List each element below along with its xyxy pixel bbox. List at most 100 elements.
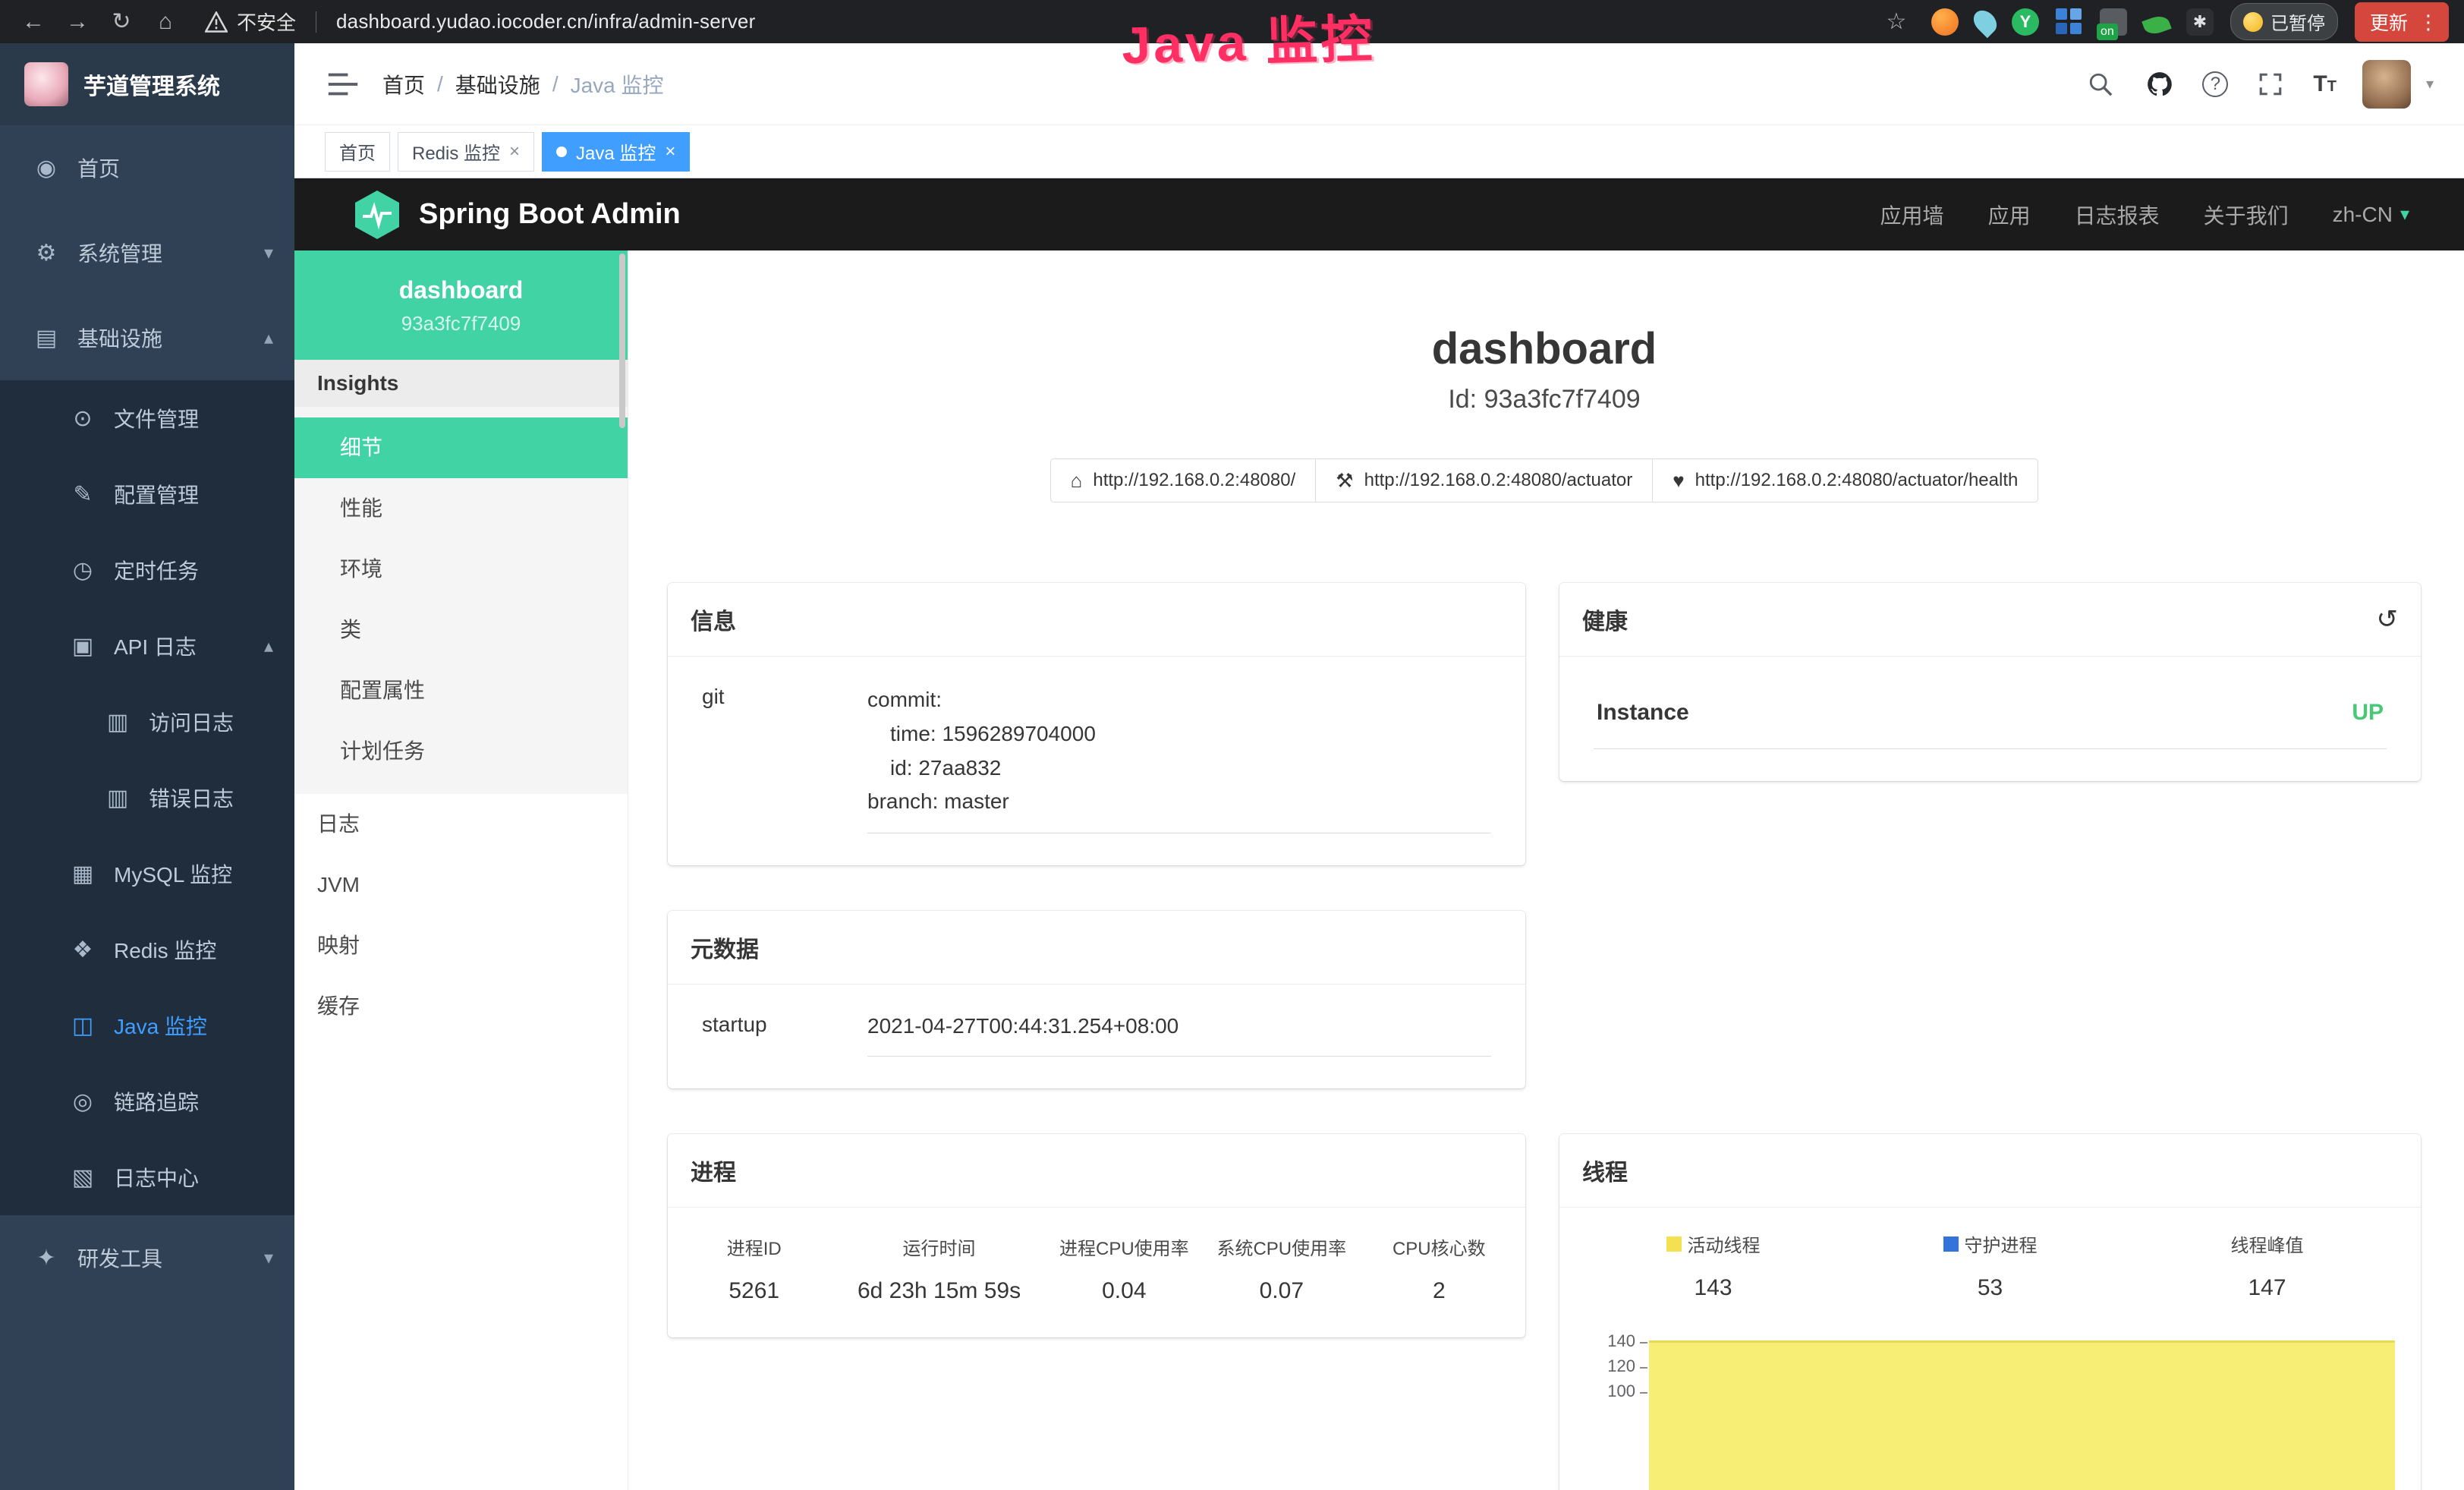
sba-item-jvm[interactable]: JVM — [294, 855, 628, 915]
reload-icon[interactable]: ↻ — [103, 4, 140, 40]
metadata-card-title: 元数据 — [691, 931, 759, 964]
git-commit-line: commit: — [867, 683, 1491, 717]
sba-nav-journal[interactable]: 日志报表 — [2075, 200, 2160, 230]
sba-instance-block[interactable]: dashboard 93a3fc7f7409 — [294, 250, 628, 360]
sidebar-item-log-center[interactable]: ▧ 日志中心 — [0, 1139, 294, 1215]
mail-extension-icon[interactable]: on — [2100, 8, 2127, 36]
update-label: 更新 — [2370, 8, 2408, 36]
close-icon[interactable]: × — [665, 141, 675, 162]
sidebar-item-system[interactable]: ⚙ 系统管理 ▾ — [0, 210, 294, 295]
grid-extension-icon[interactable] — [2056, 8, 2083, 36]
avatar-caret-icon[interactable]: ▾ — [2426, 74, 2434, 93]
tab-java[interactable]: Java 监控 × — [542, 132, 690, 172]
sba-item-classes[interactable]: 类 — [294, 600, 628, 660]
close-icon[interactable]: × — [509, 141, 520, 162]
sidebar-item-label: 系统管理 — [77, 238, 162, 268]
file-icon: ⊙ — [68, 405, 97, 432]
hamburger-icon[interactable] — [326, 68, 360, 101]
sidebar-item-label: 配置管理 — [114, 479, 199, 509]
tab-label: Redis 监控 — [412, 138, 500, 165]
instance-root-link[interactable]: ⌂ http://192.168.0.2:48080/ — [1050, 458, 1317, 502]
tab-label: Java 监控 — [576, 138, 656, 165]
sba-brand[interactable]: Spring Boot Admin — [355, 191, 681, 239]
sba-item-config-props[interactable]: 配置属性 — [294, 660, 628, 721]
sidebar-item-label: 访问日志 — [149, 707, 234, 737]
admin-sidebar: 芋道管理系统 ◉ 首页 ⚙ 系统管理 ▾ ▤ 基础设施 ▴ ⊙ 文件管理 ✎ 配… — [0, 43, 294, 1490]
sidebar-item-label: 错误日志 — [149, 783, 234, 813]
metadata-key: startup — [702, 1011, 867, 1057]
breadcrumb-home[interactable]: 首页 — [382, 69, 425, 99]
log-icon: ▣ — [68, 633, 97, 660]
sidebar-item-access-log[interactable]: ▥ 访问日志 — [0, 684, 294, 760]
sidebar-item-redis[interactable]: ❖ Redis 监控 — [0, 912, 294, 988]
page-header: 首页 / 基础设施 / Java 监控 ? TT ▾ — [294, 43, 2464, 125]
bookmark-star-icon[interactable]: ☆ — [1878, 4, 1915, 40]
gear-icon: ⚙ — [32, 240, 61, 266]
yuque-extension-icon[interactable]: Y — [2012, 8, 2039, 36]
url-bar[interactable]: dashboard.yudao.iocoder.cn/infra/admin-s… — [336, 10, 755, 33]
sidebar-item-job[interactable]: ◷ 定时任务 — [0, 532, 294, 608]
sba-item-caches[interactable]: 缓存 — [294, 976, 628, 1037]
help-icon[interactable]: ? — [2202, 71, 2228, 97]
fox-extension-icon[interactable] — [1931, 8, 1959, 36]
breadcrumb-infra[interactable]: 基础设施 — [455, 69, 540, 99]
sidebar-item-home[interactable]: ◉ 首页 — [0, 125, 294, 210]
sba-item-details[interactable]: 细节 — [294, 417, 628, 478]
github-icon[interactable] — [2143, 68, 2176, 101]
font-size-icon[interactable]: TT — [2313, 71, 2337, 97]
page-subtitle: Id: 93a3fc7f7409 — [668, 385, 2421, 414]
sba-item-mappings[interactable]: 映射 — [294, 915, 628, 976]
tab-home[interactable]: 首页 — [325, 132, 390, 172]
back-icon[interactable]: ← — [15, 4, 52, 40]
sba-locale-select[interactable]: zh-CN ▾ — [2333, 203, 2409, 227]
search-icon[interactable] — [2084, 68, 2117, 101]
link-url: http://192.168.0.2:48080/actuator/health — [1695, 470, 2019, 491]
sidebar-item-infra[interactable]: ▤ 基础设施 ▴ — [0, 295, 294, 380]
warning-triangle-icon — [205, 11, 228, 33]
fullscreen-icon[interactable] — [2254, 68, 2287, 101]
kebab-menu-icon[interactable]: ⋮ — [2418, 12, 2438, 32]
puzzle-extension-icon[interactable]: ✱ — [2186, 8, 2214, 36]
sidebar-scrollbar[interactable] — [619, 254, 625, 428]
sidebar-item-file[interactable]: ⊙ 文件管理 — [0, 380, 294, 456]
security-indicator[interactable]: 不安全 — [205, 8, 296, 36]
sidebar-item-api-log[interactable]: ▣ API 日志 ▴ — [0, 608, 294, 684]
sba-logo-icon — [355, 191, 399, 239]
sidebar-item-label: Java 监控 — [114, 1010, 207, 1041]
history-icon[interactable]: ↺ — [2377, 604, 2399, 635]
leaf-extension-icon[interactable] — [2141, 12, 2171, 36]
sba-item-performance[interactable]: 性能 — [294, 478, 628, 539]
home-icon[interactable]: ⌂ — [147, 4, 184, 40]
sidebar-item-mysql[interactable]: ▦ MySQL 监控 — [0, 836, 294, 912]
user-avatar[interactable] — [2362, 60, 2411, 109]
forward-icon[interactable]: → — [59, 4, 96, 40]
sba-nav-about[interactable]: 关于我们 — [2204, 200, 2289, 230]
chevron-down-icon: ▾ — [2400, 203, 2409, 225]
sba-item-environment[interactable]: 环境 — [294, 539, 628, 600]
home-icon: ⌂ — [1071, 469, 1083, 493]
sba-nav-wall[interactable]: 应用墙 — [1880, 200, 1944, 230]
drop-extension-icon[interactable] — [1969, 5, 2001, 37]
edit-icon: ✎ — [68, 481, 97, 508]
sidebar-item-trace[interactable]: ◎ 链路追踪 — [0, 1063, 294, 1139]
live-threads-area — [1649, 1340, 2395, 1490]
sba-nav-applications[interactable]: 应用 — [1988, 200, 2031, 230]
sidebar-item-java[interactable]: ◫ Java 监控 — [0, 988, 294, 1063]
threads-chart: 140 120 100 — [1575, 1331, 2406, 1490]
sba-item-logs[interactable]: 日志 — [294, 794, 628, 855]
actuator-link[interactable]: ⚒ http://192.168.0.2:48080/actuator — [1315, 458, 1653, 502]
monitor-icon: ▤ — [32, 325, 61, 351]
tab-redis[interactable]: Redis 监控 × — [398, 132, 534, 172]
breadcrumb-current: Java 监控 — [571, 69, 664, 99]
paused-badge[interactable]: 已暂停 — [2230, 3, 2338, 40]
sidebar-item-label: Redis 监控 — [114, 934, 216, 965]
sidebar-item-config[interactable]: ✎ 配置管理 — [0, 456, 294, 532]
sidebar-item-dev-tools[interactable]: ✦ 研发工具 ▾ — [0, 1215, 294, 1300]
health-link[interactable]: ♥ http://192.168.0.2:48080/actuator/heal… — [1652, 458, 2038, 502]
chevron-up-icon: ▴ — [264, 635, 273, 657]
sidebar-item-error-log[interactable]: ▥ 错误日志 — [0, 760, 294, 836]
update-button[interactable]: 更新 ⋮ — [2355, 2, 2449, 42]
sba-item-scheduled[interactable]: 计划任务 — [294, 721, 628, 782]
sidebar-logo[interactable]: 芋道管理系统 — [0, 43, 294, 125]
sba-insights-header: Insights — [294, 360, 628, 407]
